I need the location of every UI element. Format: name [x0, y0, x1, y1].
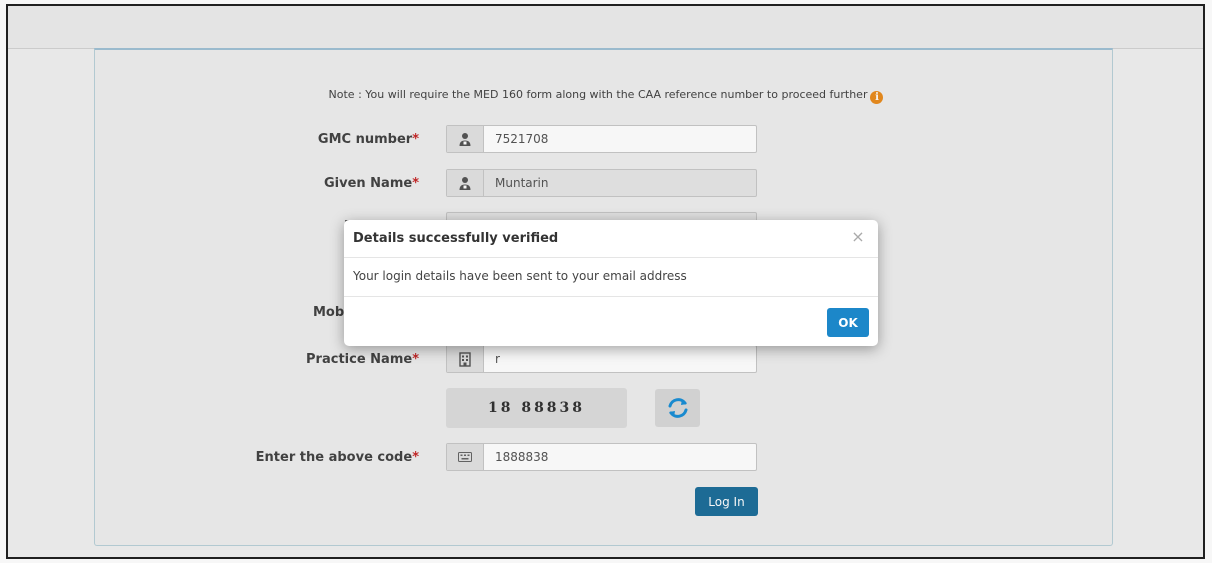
dialog-message: Your login details have been sent to you… — [353, 269, 687, 283]
close-icon[interactable]: × — [850, 229, 866, 245]
ok-button[interactable]: OK — [827, 308, 869, 337]
dialog-title: Details successfully verified — [353, 231, 559, 246]
dialog-footer: OK — [344, 296, 878, 347]
dialog-header: Details successfully verified × — [344, 220, 878, 258]
verification-dialog: Details successfully verified × Your log… — [344, 220, 878, 346]
